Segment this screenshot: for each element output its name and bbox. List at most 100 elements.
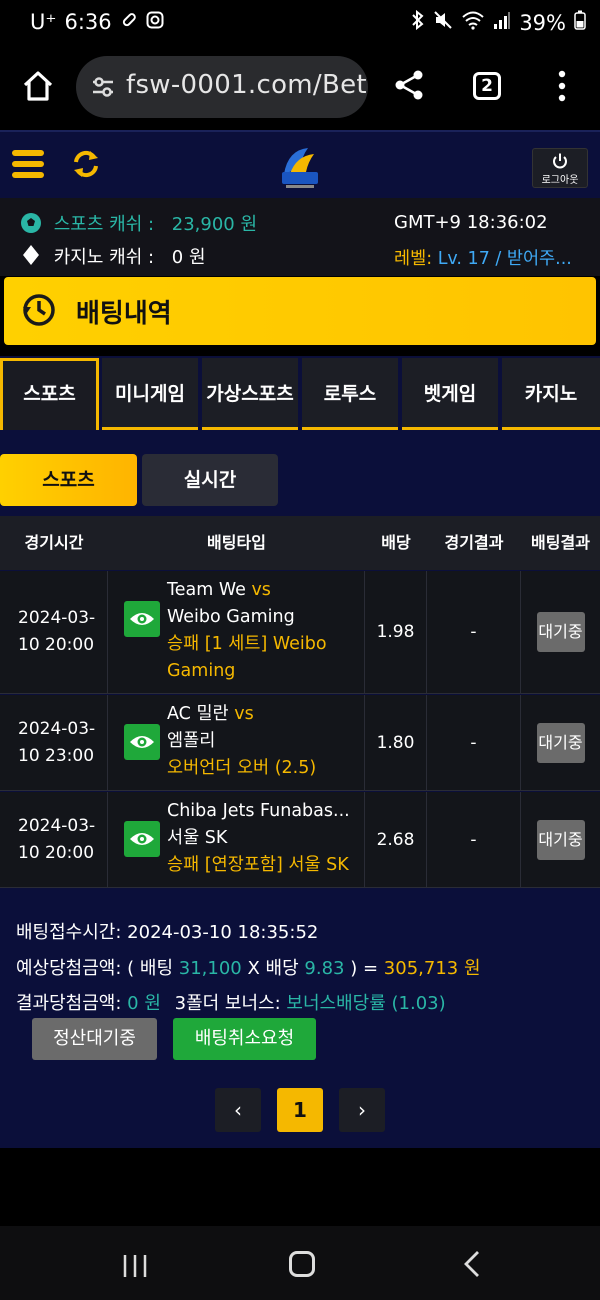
current-page-button[interactable]: 1 — [277, 1088, 323, 1132]
hamburger-menu-icon[interactable] — [12, 150, 44, 182]
pill-icon — [120, 11, 138, 34]
tab-betgame[interactable]: 벳게임 — [402, 358, 498, 430]
match-time: 2024-03- 10 20:00 — [0, 792, 108, 887]
bonus-value: 보너스배당률 (1.03) — [286, 993, 446, 1014]
level-value[interactable]: Lv. 17 / 받어주... — [438, 249, 572, 269]
home-team: AC 밀란 — [167, 704, 229, 724]
header-bet-result: 배팅결과 — [531, 533, 590, 552]
bet-time-label: 배팅접수시간: — [16, 922, 122, 943]
bet-status-cell: 대기중 — [521, 792, 600, 887]
clock-time: 6:36 — [64, 10, 112, 34]
battery-percent: 39% — [519, 10, 566, 35]
diamond-icon — [22, 244, 40, 271]
eye-icon[interactable] — [124, 821, 160, 857]
logout-button[interactable]: 로그아웃 — [532, 148, 588, 188]
odds-value: 2.68 — [365, 792, 427, 887]
bet-pick: 승패 [연장포함] 서울 SK — [167, 855, 349, 875]
header-match-result: 경기결과 — [444, 533, 504, 552]
bet-time-value: 2024-03-10 18:35:52 — [127, 922, 319, 943]
x-odds-label: X 배당 — [247, 958, 299, 979]
match-time: 2024-03- 10 20:00 — [0, 571, 108, 693]
instagram-icon — [146, 11, 164, 34]
status-bar: U⁺ 6:36 39% — [0, 0, 600, 46]
cancel-bet-button[interactable]: 배팅취소요청 — [173, 1018, 316, 1060]
mute-icon — [433, 10, 453, 35]
site-settings-icon[interactable] — [90, 74, 116, 100]
system-nav-bar — [0, 1226, 600, 1300]
bet-status-cell: 대기중 — [521, 695, 600, 790]
next-page-button[interactable]: › — [339, 1088, 385, 1132]
tab-minigame[interactable]: 미니게임 — [102, 358, 198, 430]
server-time: GMT+9 18:36:02 — [394, 212, 548, 233]
bet-type-cell: AC 밀란 vs 엠폴리 오버언더 오버 (2.5) — [108, 695, 365, 790]
bet-history-content: 스포츠 실시간 경기시간 배팅타입 배당 경기결과 배팅결과 2024-03- 1… — [0, 432, 600, 1148]
vs-label: vs — [251, 580, 271, 600]
header-odds: 배당 — [381, 533, 411, 552]
casino-cash-label: 카지노 캐쉬 : — [53, 247, 155, 268]
url-text[interactable]: fsw-0001.com/Bet — [126, 70, 367, 100]
result-label: 결과당첨금액: — [16, 993, 122, 1014]
table-row: 2024-03- 10 20:00 Team We vs Weibo Gaming… — [0, 571, 600, 694]
tab-casino[interactable]: 카지노 — [502, 358, 600, 430]
page-title: 배팅내역 — [76, 299, 172, 329]
more-menu-icon[interactable] — [552, 68, 572, 104]
tab-virtual-sports[interactable]: 가상스포츠 — [202, 358, 298, 430]
bet-type-cell: Chiba Jets Funabas... 서울 SK 승패 [연장포함] 서울… — [108, 792, 365, 887]
odds-value: 1.80 — [365, 695, 427, 790]
soccer-ball-icon — [20, 212, 42, 239]
site-header: 로그아웃 — [0, 130, 600, 198]
vs-label: vs — [234, 704, 254, 724]
settle-pending-button[interactable]: 정산대기중 — [32, 1018, 157, 1060]
signal-icon — [493, 10, 511, 35]
home-icon[interactable] — [18, 66, 58, 106]
result-value: 0 원 — [127, 993, 161, 1014]
refresh-icon[interactable] — [70, 148, 102, 180]
home-team: Chiba Jets Funabas... — [167, 801, 350, 821]
subtab-live[interactable]: 실시간 — [142, 454, 278, 506]
away-team: 서울 SK — [167, 828, 228, 848]
share-icon[interactable] — [392, 68, 426, 102]
bet-pick: 오버언더 오버 (2.5) — [167, 758, 317, 778]
eye-icon[interactable] — [124, 724, 160, 760]
expected-open: ( 배팅 — [127, 958, 174, 979]
history-clock-icon — [20, 291, 58, 329]
page-title-bar: 배팅내역 — [4, 277, 596, 345]
tab-lotus[interactable]: 로투스 — [302, 358, 398, 430]
pending-status-button[interactable]: 대기중 — [536, 819, 585, 860]
sports-cash-label: 스포츠 캐쉬 : — [53, 214, 155, 235]
equals-label: ) = — [350, 958, 379, 979]
expected-value: 305,713 원 — [383, 958, 481, 979]
address-bar[interactable]: fsw-0001.com/Bet — [76, 56, 368, 118]
result-payout-line: 결과당첨금액: 0 원 3폴더 보너스: 보너스배당률 (1.03) — [16, 989, 446, 1015]
tab-sports[interactable]: 스포츠 — [0, 358, 99, 430]
bluetooth-icon — [411, 9, 425, 35]
category-tabs: 스포츠 미니게임 가상스포츠 로투스 벳게임 카지노 — [0, 356, 600, 432]
level-label: 레벨: — [394, 249, 433, 269]
away-team: 엠폴리 — [167, 731, 216, 751]
table-row: 2024-03- 10 23:00 AC 밀란 vs 엠폴리 오버언더 오버 (2… — [0, 695, 600, 791]
wifi-icon — [461, 10, 485, 35]
carrier-label: U⁺ — [30, 10, 57, 34]
bet-time-line: 배팅접수시간: 2024-03-10 18:35:52 — [16, 918, 318, 944]
pending-status-button[interactable]: 대기중 — [536, 722, 585, 763]
tab-switcher-button[interactable]: 2 — [473, 72, 501, 100]
bet-type-cell: Team We vs Weibo Gaming 승패 [1 세트] Weibo … — [108, 571, 365, 693]
home-team: Team We — [167, 580, 246, 600]
site-logo[interactable] — [278, 144, 322, 190]
subtab-sports[interactable]: 스포츠 — [0, 454, 137, 506]
odds-value: 1.98 — [365, 571, 427, 693]
prev-page-button[interactable]: ‹ — [215, 1088, 261, 1132]
expected-label: 예상당첨금액: — [16, 958, 122, 979]
bet-amount: 31,100 — [178, 958, 242, 979]
match-time: 2024-03- 10 23:00 — [0, 695, 108, 790]
back-icon[interactable] — [462, 1250, 482, 1278]
eye-icon[interactable] — [124, 601, 160, 637]
logout-label: 로그아웃 — [541, 175, 579, 186]
match-result: - — [427, 695, 521, 790]
total-odds: 9.83 — [304, 958, 345, 979]
browser-toolbar: fsw-0001.com/Bet 2 — [0, 46, 600, 130]
pending-status-button[interactable]: 대기중 — [536, 612, 585, 652]
recents-icon[interactable] — [122, 1254, 148, 1278]
nav-home-icon[interactable] — [289, 1251, 315, 1277]
power-icon — [553, 153, 567, 169]
